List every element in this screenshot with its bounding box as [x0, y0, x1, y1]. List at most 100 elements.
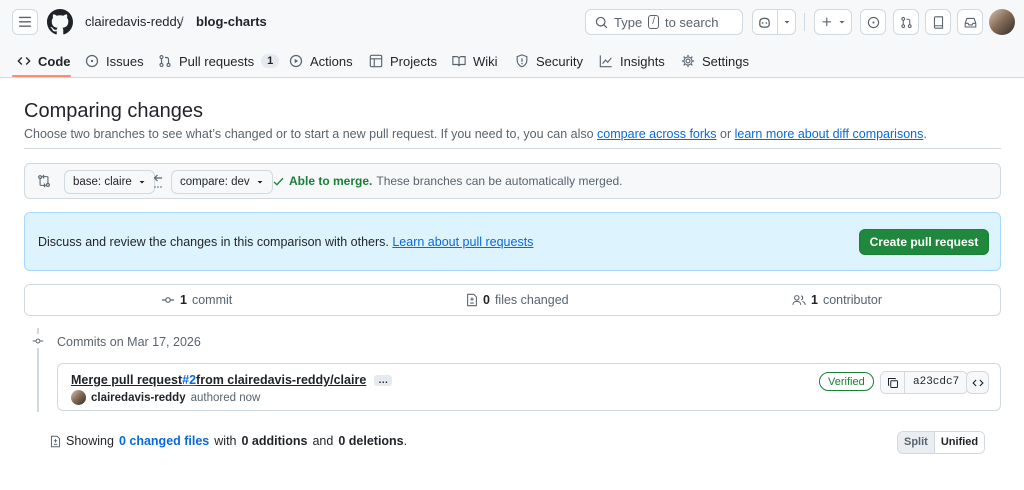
summary-prefix: Showing	[66, 434, 114, 448]
play-icon	[289, 54, 303, 68]
breadcrumb-repo[interactable]: blog-charts	[196, 14, 267, 29]
header-divider	[804, 13, 805, 31]
additions-count: 0 additions	[241, 434, 308, 448]
selected-tab-indicator	[12, 75, 71, 77]
top-bar: clairedavis-reddy / blog-charts Type / t…	[0, 0, 1024, 44]
tab-wiki[interactable]: Wiki	[452, 44, 498, 78]
author-avatar[interactable]	[71, 390, 86, 405]
tab-label: Issues	[106, 53, 144, 69]
learn-about-pull-requests-link[interactable]: Learn about pull requests	[392, 235, 533, 249]
tab-projects[interactable]: Projects	[369, 44, 437, 78]
code-icon	[971, 379, 984, 386]
commit-authored-time: authored now	[190, 391, 261, 404]
contributors-number: 1	[811, 293, 818, 307]
commit-author[interactable]: clairedavis-reddy	[91, 392, 186, 404]
create-pr-banner: Discuss and review the changes in this c…	[24, 212, 1001, 271]
page-description: Choose two branches to see what’s change…	[24, 127, 927, 141]
create-pull-request-button[interactable]: Create pull request	[859, 229, 989, 255]
timeline-badge	[30, 334, 46, 348]
commits-date-heading: Commits on Mar 17, 2026	[57, 335, 201, 349]
tab-label: Settings	[702, 53, 749, 69]
copilot-button[interactable]	[752, 9, 796, 35]
page-title: Comparing changes	[24, 100, 203, 122]
chevron-down-icon	[784, 21, 790, 24]
tab-label: Security	[536, 53, 583, 69]
comparison-numbers: 1 commit 0 files changed 1 contributor	[24, 284, 1001, 316]
merge-detail-text: These branches can be automatically merg…	[376, 174, 623, 188]
chevron-down-icon	[257, 181, 263, 184]
search-placeholder-prefix: Type	[614, 14, 643, 30]
copilot-icon	[759, 17, 770, 28]
banner-text: Discuss and review the changes in this c…	[38, 235, 533, 249]
commits-count[interactable]: 1 commit	[161, 293, 232, 307]
pull-requests-counter: 1	[261, 54, 280, 68]
copy-icon	[887, 377, 898, 388]
table-icon	[369, 54, 383, 68]
commit-sha[interactable]: a23cdc7	[905, 372, 968, 393]
create-new-button[interactable]	[814, 9, 852, 35]
summary-and: and	[312, 434, 334, 448]
compare-branch-select[interactable]: compare: dev	[171, 170, 273, 194]
tab-label: Pull requests	[179, 53, 255, 69]
inbox-button[interactable]	[957, 9, 983, 35]
verified-badge[interactable]: Verified	[819, 372, 874, 391]
repositories-button[interactable]	[925, 9, 951, 35]
deletions-count: 0 deletions	[338, 434, 404, 448]
tab-actions[interactable]: Actions	[289, 44, 353, 78]
tab-pull-requests[interactable]: Pull requests 1	[158, 44, 280, 78]
split-view-option[interactable]: Split	[898, 432, 934, 453]
summary-period: .	[403, 434, 408, 448]
search-input[interactable]: Type / to search	[585, 9, 743, 35]
tab-settings[interactable]: Settings	[681, 44, 749, 78]
changed-files-link[interactable]: 0 changed files	[119, 434, 209, 448]
tab-issues[interactable]: Issues	[85, 44, 144, 78]
unified-view-option[interactable]: Unified	[933, 432, 985, 453]
chevron-down-icon	[839, 21, 844, 24]
file-diff-icon	[467, 293, 477, 307]
graph-icon	[599, 55, 612, 68]
tab-security[interactable]: Security	[515, 44, 583, 78]
description-text: Choose two branches to see what’s change…	[24, 127, 598, 141]
expand-commit-message-button[interactable]: …	[374, 374, 393, 386]
repo-nav-tabs: Code Issues Pull requests 1 Actions Proj…	[0, 44, 1024, 78]
inbox-icon	[964, 17, 976, 27]
issues-button[interactable]	[860, 9, 886, 35]
browse-repository-button[interactable]	[966, 371, 989, 394]
diff-summary: Showing 0 changed files with 0 additions…	[50, 434, 407, 448]
search-icon	[595, 16, 608, 28]
git-commit-icon	[32, 338, 44, 344]
breadcrumb-owner[interactable]: clairedavis-reddy	[85, 14, 183, 29]
commit-row: Merge pull request #2 from clairedavis-r…	[57, 363, 1001, 411]
open-global-nav-button[interactable]	[12, 9, 38, 35]
diff-comparisons-link[interactable]: learn more about diff comparisons	[735, 127, 924, 141]
commit-title-suffix[interactable]: from clairedavis-reddy/claire	[196, 373, 366, 387]
contributors-count[interactable]: 1 contributor	[792, 293, 882, 307]
tab-code[interactable]: Code	[17, 44, 71, 78]
plus-icon	[822, 17, 831, 27]
copy-sha-button[interactable]	[881, 372, 905, 393]
shield-icon	[516, 54, 528, 68]
commits-number: 1	[180, 293, 187, 307]
commits-label: commit	[191, 293, 233, 307]
tab-label: Wiki	[473, 53, 498, 69]
pull-requests-button[interactable]	[893, 9, 919, 35]
commit-title-prefix[interactable]: Merge pull request	[71, 373, 182, 387]
compare-across-forks-link[interactable]: compare across forks	[597, 127, 716, 141]
github-logo-icon[interactable]	[47, 9, 73, 35]
book-icon	[452, 56, 466, 67]
git-compare-icon	[38, 174, 50, 188]
pull-request-link[interactable]: #2	[182, 373, 196, 387]
search-placeholder-suffix: to search	[664, 14, 719, 30]
commit-meta: clairedavis-reddy authored now	[71, 390, 260, 405]
search-shortcut-key: /	[648, 15, 659, 29]
gear-icon	[681, 54, 695, 68]
base-branch-label: base: claire	[73, 176, 132, 188]
check-icon	[273, 177, 284, 186]
code-icon	[17, 57, 31, 65]
base-branch-select[interactable]: base: claire	[64, 170, 155, 194]
file-diff-icon	[50, 435, 61, 447]
breadcrumb-separator: /	[180, 14, 184, 29]
files-changed-count[interactable]: 0 files changed	[466, 293, 569, 307]
tab-insights[interactable]: Insights	[599, 44, 665, 78]
user-avatar[interactable]	[989, 9, 1015, 35]
